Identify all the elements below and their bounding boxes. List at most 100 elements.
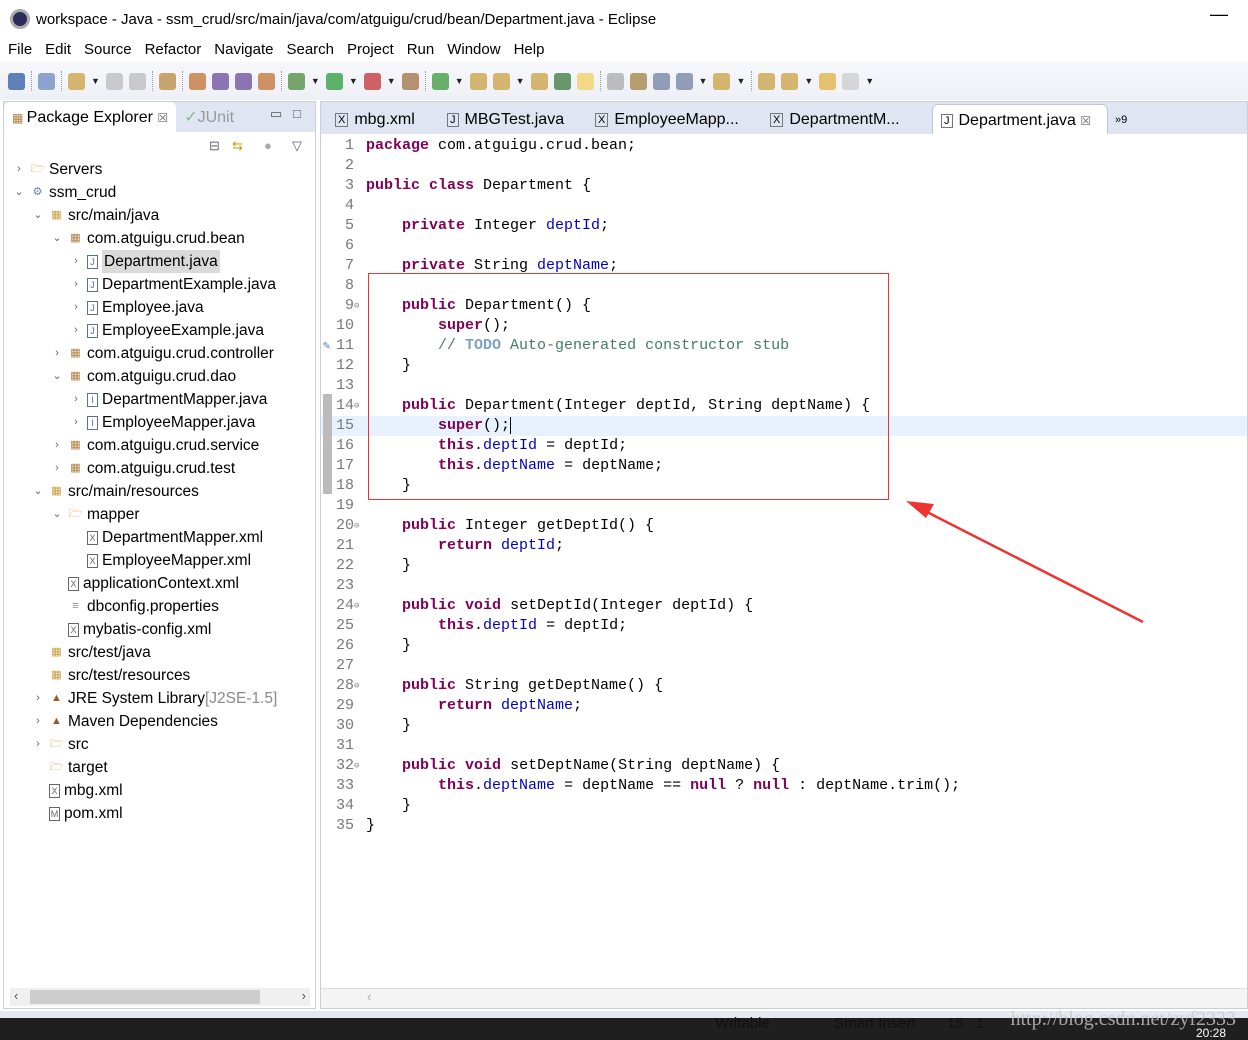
toolbar-button-icon[interactable] bbox=[530, 72, 548, 90]
collapse-all-icon[interactable]: ⊟ bbox=[209, 138, 220, 154]
toolbar-button-icon[interactable] bbox=[363, 72, 381, 90]
tree-item[interactable]: › J EmployeeExample.java bbox=[69, 319, 264, 342]
minimize-view-icon[interactable]: ▭ bbox=[270, 106, 282, 121]
tree-item[interactable]: ⌄ ▦ com.atguigu.crud.dao bbox=[50, 365, 236, 388]
menu-run[interactable]: Run bbox=[399, 38, 440, 62]
tab-junit[interactable]: ✓JUnit bbox=[176, 102, 242, 132]
fold-toggle-icon[interactable]: ⊖ bbox=[354, 396, 359, 416]
tree-item[interactable]: › J Employee.java bbox=[69, 296, 204, 319]
expanded-arrow-icon[interactable]: ⌄ bbox=[31, 480, 45, 503]
toolbar-button-icon[interactable] bbox=[469, 72, 487, 90]
tree-item[interactable]: Xmbg.xml bbox=[31, 779, 123, 802]
tree-item[interactable]: › I EmployeeMapper.java bbox=[69, 411, 255, 434]
menu-help[interactable]: Help bbox=[506, 38, 550, 62]
collapsed-arrow-icon[interactable]: › bbox=[31, 687, 45, 710]
expanded-arrow-icon[interactable]: ⌄ bbox=[12, 181, 26, 204]
toolbar-button-icon[interactable] bbox=[325, 72, 343, 90]
dropdown-arrow-icon[interactable]: ▼ bbox=[865, 76, 874, 86]
menu-edit[interactable]: Edit bbox=[37, 38, 76, 62]
fold-toggle-icon[interactable]: ⊖ bbox=[354, 756, 359, 776]
toolbar-button-icon[interactable] bbox=[158, 72, 176, 90]
tab-package-explorer[interactable]: ▦ Package Explorer ☒ bbox=[4, 102, 177, 132]
dropdown-arrow-icon[interactable]: ▼ bbox=[699, 76, 708, 86]
toolbar-button-icon[interactable] bbox=[128, 72, 146, 90]
dropdown-arrow-icon[interactable]: ▼ bbox=[516, 76, 525, 86]
maximize-view-icon[interactable]: □ bbox=[293, 106, 301, 121]
collapsed-arrow-icon[interactable]: › bbox=[31, 733, 45, 756]
close-tab-icon[interactable]: ☒ bbox=[1080, 114, 1091, 128]
toolbar-button-icon[interactable] bbox=[553, 72, 571, 90]
editor-tab[interactable]: X EmployeeMapp... bbox=[587, 104, 739, 134]
toolbar-button-icon[interactable] bbox=[492, 72, 510, 90]
tree-item[interactable]: Mpom.xml bbox=[31, 802, 123, 825]
menu-search[interactable]: Search bbox=[278, 38, 339, 62]
tree-item[interactable]: › ▦ com.atguigu.crud.test bbox=[50, 457, 235, 480]
collapsed-arrow-icon[interactable]: › bbox=[50, 457, 64, 480]
menu-navigate[interactable]: Navigate bbox=[206, 38, 278, 62]
minimize-button[interactable]: — bbox=[1210, 4, 1228, 25]
tree-item[interactable]: ▦ src/test/java bbox=[31, 641, 150, 664]
expanded-arrow-icon[interactable]: ⌄ bbox=[50, 227, 64, 250]
toolbar-button-icon[interactable] bbox=[38, 72, 55, 90]
menu-file[interactable]: File bbox=[0, 38, 37, 62]
toolbar-button-icon[interactable] bbox=[576, 72, 594, 90]
fold-toggle-icon[interactable]: ⊖ bbox=[354, 676, 359, 696]
editor-tab[interactable]: X DepartmentM... bbox=[762, 104, 900, 134]
menu-window[interactable]: Window bbox=[439, 38, 505, 62]
collapsed-arrow-icon[interactable]: › bbox=[69, 296, 83, 319]
collapsed-arrow-icon[interactable]: › bbox=[69, 319, 83, 342]
horizontal-scrollbar[interactable]: ‹ › bbox=[10, 988, 310, 1006]
tab-overflow-button[interactable]: »9 bbox=[1107, 104, 1127, 134]
tree-item[interactable]: › ▲ Maven Dependencies bbox=[31, 710, 218, 733]
tree-item[interactable]: ▦ src/test/resources bbox=[31, 664, 190, 687]
menu-refactor[interactable]: Refactor bbox=[137, 38, 207, 62]
toolbar-button-icon[interactable] bbox=[819, 72, 837, 90]
tree-item[interactable]: Xmybatis-config.xml bbox=[50, 618, 211, 641]
toolbar-button-icon[interactable] bbox=[68, 72, 85, 90]
menu-source[interactable]: Source bbox=[76, 38, 137, 62]
expanded-arrow-icon[interactable]: ⌄ bbox=[50, 365, 64, 388]
tree-item[interactable]: X EmployeeMapper.xml bbox=[69, 549, 251, 572]
toolbar-button-icon[interactable] bbox=[758, 72, 776, 90]
fold-toggle-icon[interactable]: ⊖ bbox=[354, 516, 359, 536]
expanded-arrow-icon[interactable]: ⌄ bbox=[31, 204, 45, 227]
collapsed-arrow-icon[interactable]: › bbox=[69, 250, 83, 273]
tree-item[interactable]: XapplicationContext.xml bbox=[50, 572, 239, 595]
tree-item[interactable]: ⌄ ▦ src/main/java bbox=[31, 204, 159, 227]
dropdown-arrow-icon[interactable]: ▼ bbox=[804, 76, 813, 86]
code-editor[interactable]: 1 package com.atguigu.crud.bean; 2 3 public … bbox=[321, 134, 1247, 989]
dropdown-arrow-icon[interactable]: ▼ bbox=[91, 76, 100, 86]
toolbar-button-icon[interactable] bbox=[257, 72, 275, 90]
menu-project[interactable]: Project bbox=[339, 38, 399, 62]
toolbar-button-icon[interactable] bbox=[188, 72, 206, 90]
toolbar-button-icon[interactable] bbox=[401, 72, 419, 90]
editor-horizontal-scrollbar[interactable]: ‹ bbox=[321, 988, 1247, 1008]
tree-item[interactable]: › ▲ JRE System Library [J2SE-1.5] bbox=[31, 687, 277, 710]
tree-item[interactable]: › I DepartmentMapper.java bbox=[69, 388, 267, 411]
fold-toggle-icon[interactable]: ⊖ bbox=[354, 596, 359, 616]
toolbar-button-icon[interactable] bbox=[652, 72, 670, 90]
fold-toggle-icon[interactable]: ⊖ bbox=[354, 296, 359, 316]
tree-item[interactable]: › 🗁 src bbox=[31, 733, 89, 756]
tree-item[interactable]: › J Department.java bbox=[69, 250, 220, 273]
expanded-arrow-icon[interactable]: ⌄ bbox=[50, 503, 64, 526]
tree-item[interactable]: › ▦ com.atguigu.crud.controller bbox=[50, 342, 274, 365]
editor-tab[interactable]: J MBGTest.java bbox=[439, 104, 564, 134]
link-with-editor-icon[interactable]: ⇆ bbox=[232, 138, 243, 154]
filter-icon[interactable]: ● bbox=[264, 138, 272, 153]
tree-item[interactable]: X DepartmentMapper.xml bbox=[69, 526, 263, 549]
collapsed-arrow-icon[interactable]: › bbox=[69, 411, 83, 434]
tree-item[interactable]: › 🗁 Servers bbox=[12, 158, 102, 181]
collapsed-arrow-icon[interactable]: › bbox=[69, 388, 83, 411]
tree-item[interactable]: ≡ dbconfig.properties bbox=[50, 595, 219, 618]
toolbar-button-icon[interactable] bbox=[606, 72, 624, 90]
collapsed-arrow-icon[interactable]: › bbox=[50, 342, 64, 365]
tree-item[interactable]: ⌄ 🗁 mapper bbox=[50, 503, 139, 526]
tree-item[interactable]: › J DepartmentExample.java bbox=[69, 273, 276, 296]
dropdown-arrow-icon[interactable]: ▼ bbox=[311, 76, 320, 86]
dropdown-arrow-icon[interactable]: ▼ bbox=[387, 76, 396, 86]
toolbar-button-icon[interactable] bbox=[713, 72, 731, 90]
close-icon[interactable]: ☒ bbox=[157, 111, 168, 125]
collapsed-arrow-icon[interactable]: › bbox=[69, 273, 83, 296]
tree-item[interactable]: ⌄ ▦ src/main/resources bbox=[31, 480, 199, 503]
